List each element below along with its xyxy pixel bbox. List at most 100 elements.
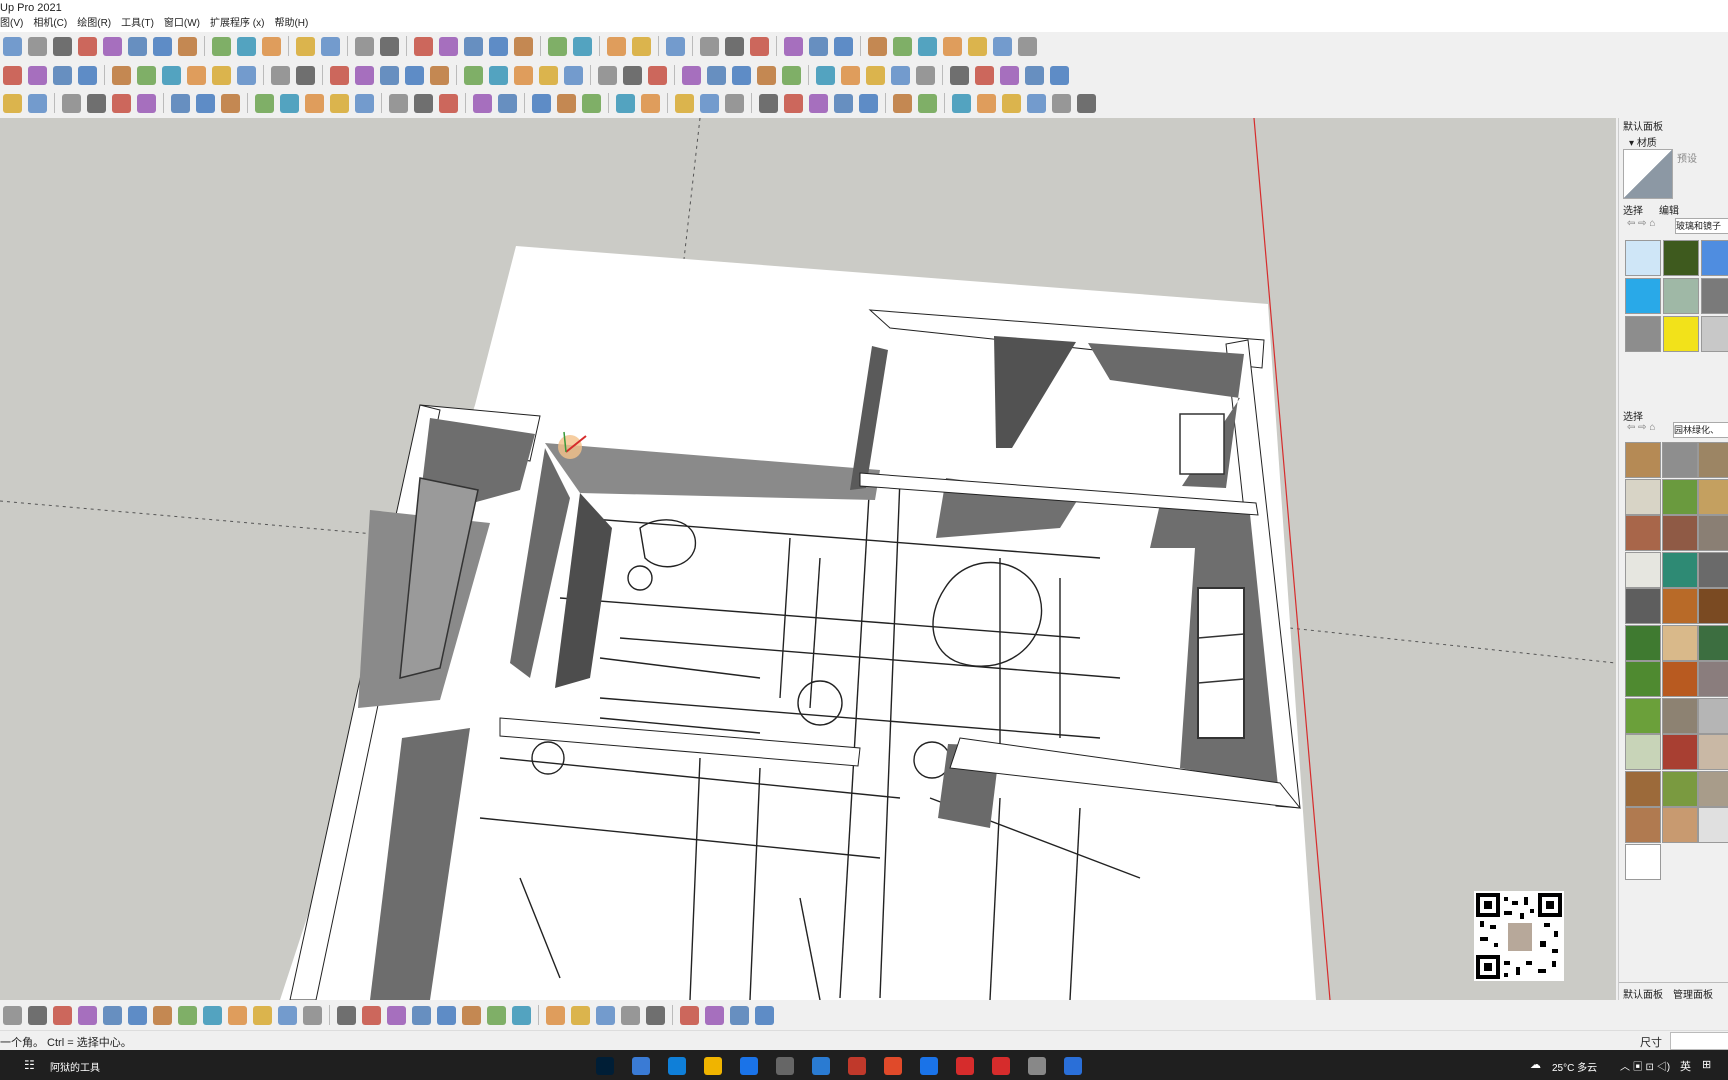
material-swatch[interactable] [1661, 807, 1698, 843]
tool-icon[interactable] [725, 93, 744, 113]
tool-icon[interactable] [675, 93, 694, 113]
tool-icon[interactable] [78, 65, 97, 85]
material-swatch[interactable] [1625, 661, 1661, 697]
tool-icon[interactable] [607, 36, 626, 56]
material-swatch[interactable] [1701, 316, 1728, 352]
tool-icon[interactable] [380, 65, 399, 85]
tool-icon[interactable] [893, 93, 912, 113]
tool-icon[interactable] [330, 93, 349, 113]
tool-icon[interactable] [866, 65, 885, 85]
material-swatch[interactable] [1698, 697, 1728, 734]
tool-icon[interactable] [330, 65, 349, 85]
tool-icon[interactable] [784, 93, 803, 113]
tool-icon[interactable] [993, 36, 1012, 56]
menu-tools[interactable]: 工具(T) [121, 16, 154, 32]
tool-icon[interactable] [616, 93, 635, 113]
taskbar-app-icon[interactable] [920, 1057, 938, 1075]
tool-icon[interactable] [546, 1005, 565, 1025]
tool-icon[interactable] [834, 36, 853, 56]
material-swatch[interactable] [1698, 770, 1728, 807]
material-swatch[interactable] [1701, 278, 1728, 314]
tool-icon[interactable] [841, 65, 860, 85]
tool-icon[interactable] [893, 36, 912, 56]
taskbar-app-icon[interactable] [740, 1057, 758, 1075]
material-swatch[interactable] [1625, 278, 1661, 314]
tool-icon[interactable] [53, 1005, 72, 1025]
tool-icon[interactable] [512, 1005, 531, 1025]
material-swatch[interactable] [1625, 770, 1661, 807]
material-swatch[interactable] [1661, 734, 1698, 770]
tool-icon[interactable] [725, 36, 744, 56]
tool-icon[interactable] [564, 65, 583, 85]
tool-icon[interactable] [28, 36, 47, 56]
tool-icon[interactable] [380, 36, 399, 56]
tab-select[interactable]: 选择 [1623, 202, 1643, 217]
tool-icon[interactable] [53, 65, 72, 85]
tool-icon[interactable] [950, 65, 969, 85]
tool-icon[interactable] [162, 65, 181, 85]
tool-icon[interactable] [596, 1005, 615, 1025]
tool-icon[interactable] [228, 1005, 247, 1025]
material-swatch[interactable] [1663, 278, 1699, 314]
tool-icon[interactable] [582, 93, 601, 113]
material-swatch[interactable] [1661, 442, 1698, 478]
tool-icon[interactable] [598, 65, 617, 85]
material-swatch[interactable] [1661, 661, 1698, 697]
tool-icon[interactable] [178, 1005, 197, 1025]
tool-icon[interactable] [153, 1005, 172, 1025]
tool-icon[interactable] [62, 93, 81, 113]
tool-icon[interactable] [171, 93, 190, 113]
material-swatch[interactable] [1698, 807, 1728, 843]
tool-icon[interactable] [809, 36, 828, 56]
material-swatch[interactable] [1701, 240, 1728, 276]
ime-icon[interactable]: ⊞ [1702, 1058, 1711, 1071]
tool-icon[interactable] [437, 1005, 456, 1025]
material-swatch[interactable] [1663, 240, 1699, 276]
tool-icon[interactable] [489, 65, 508, 85]
taskbar-app-icon[interactable] [596, 1057, 614, 1075]
tool-icon[interactable] [78, 1005, 97, 1025]
tool-icon[interactable] [623, 65, 642, 85]
tool-icon[interactable] [255, 93, 274, 113]
tool-icon[interactable] [103, 36, 122, 56]
collection-select-glass[interactable]: 玻璃和镜子 [1675, 218, 1728, 234]
material-swatch[interactable] [1625, 316, 1661, 352]
taskbar-app-icon[interactable] [992, 1057, 1010, 1075]
tool-icon[interactable] [137, 93, 156, 113]
tool-icon[interactable] [212, 36, 231, 56]
tool-icon[interactable] [262, 36, 281, 56]
tool-icon[interactable] [641, 93, 660, 113]
taskbar-app-icon[interactable] [1028, 1057, 1046, 1075]
material-swatch[interactable] [1698, 624, 1728, 661]
tool-icon[interactable] [3, 93, 22, 113]
menu-window[interactable]: 窗口(W) [164, 16, 200, 32]
material-swatch[interactable] [1698, 588, 1728, 624]
tool-icon[interactable] [757, 65, 776, 85]
tool-icon[interactable] [414, 36, 433, 56]
tool-icon[interactable] [784, 36, 803, 56]
input-language[interactable]: 英 [1680, 1058, 1691, 1074]
tool-icon[interactable] [28, 65, 47, 85]
tool-icon[interactable] [78, 36, 97, 56]
tool-icon[interactable] [1018, 36, 1037, 56]
tool-icon[interactable] [859, 93, 878, 113]
material-swatch[interactable] [1625, 240, 1661, 276]
material-swatch[interactable] [1698, 734, 1728, 770]
tool-icon[interactable] [1027, 93, 1046, 113]
tool-icon[interactable] [916, 65, 935, 85]
material-swatch[interactable] [1698, 551, 1728, 588]
measurements-input[interactable] [1670, 1032, 1728, 1050]
tool-icon[interactable] [918, 36, 937, 56]
material-swatch[interactable] [1661, 624, 1698, 661]
tool-icon[interactable] [362, 1005, 381, 1025]
menu-extensions[interactable]: 扩展程序 (x) [210, 16, 264, 32]
nav-back-forward-icon[interactable]: ⇦ ⇨ ⌂ [1627, 218, 1655, 229]
tab-manage-tray[interactable]: 管理面板 [1673, 986, 1713, 1000]
model-viewport[interactable] [0, 118, 1616, 1000]
tool-icon[interactable] [405, 65, 424, 85]
tool-icon[interactable] [1002, 93, 1021, 113]
tray-icons[interactable]: ︿ ▣ ⊡ ◁) [1620, 1058, 1670, 1073]
tool-icon[interactable] [387, 1005, 406, 1025]
taskbar-app-icon[interactable] [704, 1057, 722, 1075]
tool-icon[interactable] [809, 93, 828, 113]
